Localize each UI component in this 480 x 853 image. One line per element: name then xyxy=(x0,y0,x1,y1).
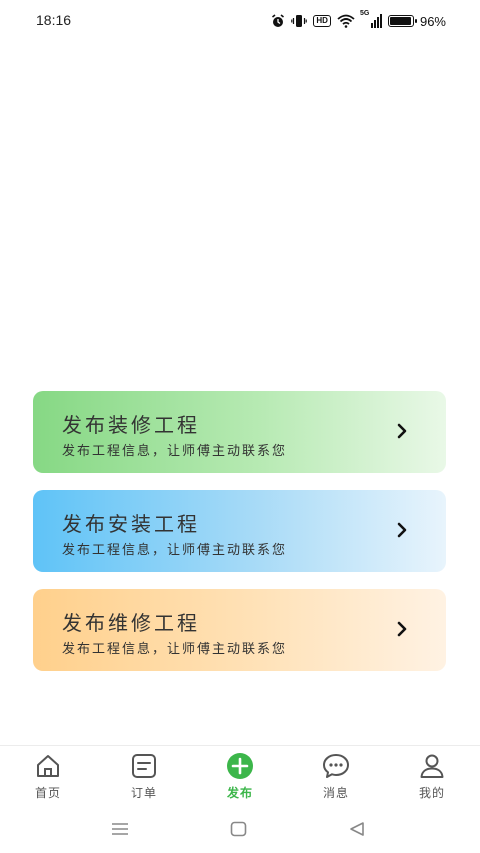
card-title: 发布维修工程 xyxy=(62,611,200,635)
battery-icon xyxy=(387,15,417,27)
user-icon xyxy=(420,754,444,778)
card-subtitle: 发布工程信息，让师傅主动联系您 xyxy=(62,642,288,657)
publish-repair-card[interactable]: 发布维修工程 发布工程信息，让师傅主动联系您 xyxy=(33,589,446,671)
tab-label: 订单 xyxy=(130,786,157,800)
plus-icon xyxy=(227,753,253,779)
tab-label: 首页 xyxy=(34,786,61,800)
order-icon xyxy=(132,754,156,778)
network-label: 5G xyxy=(359,10,370,17)
tab-label: 我的 xyxy=(418,786,445,800)
home-square-icon[interactable] xyxy=(230,821,247,837)
status-time: 18:16 xyxy=(36,12,72,28)
card-title: 发布装修工程 xyxy=(62,413,200,437)
status-icons: HD 5G 96% xyxy=(271,10,446,30)
tab-messages[interactable]: 消息 xyxy=(306,752,366,804)
publish-installation-card[interactable]: 发布安装工程 发布工程信息，让师傅主动联系您 xyxy=(33,490,446,572)
battery-percent: 96% xyxy=(419,13,446,29)
tab-profile[interactable]: 我的 xyxy=(402,752,462,804)
menu-icon[interactable] xyxy=(111,821,129,837)
hd-icon: HD xyxy=(313,15,331,27)
bottom-tab-bar: 首页 订单 发布 消息 我的 xyxy=(0,745,480,806)
publish-decoration-card[interactable]: 发布装修工程 发布工程信息，让师傅主动联系您 xyxy=(33,391,446,473)
tab-label: 发布 xyxy=(226,786,253,800)
home-icon xyxy=(37,755,59,777)
card-subtitle: 发布工程信息，让师傅主动联系您 xyxy=(62,444,288,459)
chevron-right-icon xyxy=(397,621,407,637)
card-subtitle: 发布工程信息，让师傅主动联系您 xyxy=(62,543,288,558)
card-title: 发布安装工程 xyxy=(62,512,200,536)
chevron-right-icon xyxy=(397,423,407,439)
chevron-right-icon xyxy=(397,522,407,538)
back-triangle-icon[interactable] xyxy=(348,821,366,837)
signal-icon: 5G xyxy=(360,10,382,28)
chat-icon xyxy=(323,754,349,778)
vibrate-icon xyxy=(291,15,308,27)
tab-label: 消息 xyxy=(322,786,349,800)
tab-orders[interactable]: 订单 xyxy=(114,752,174,804)
tab-home[interactable]: 首页 xyxy=(18,752,78,804)
system-nav-bar xyxy=(0,805,480,853)
tab-publish[interactable]: 发布 xyxy=(210,752,270,804)
status-bar: 18:16 HD 5G 96% xyxy=(0,0,480,44)
wifi-icon xyxy=(337,14,355,28)
alarm-icon xyxy=(272,14,285,27)
